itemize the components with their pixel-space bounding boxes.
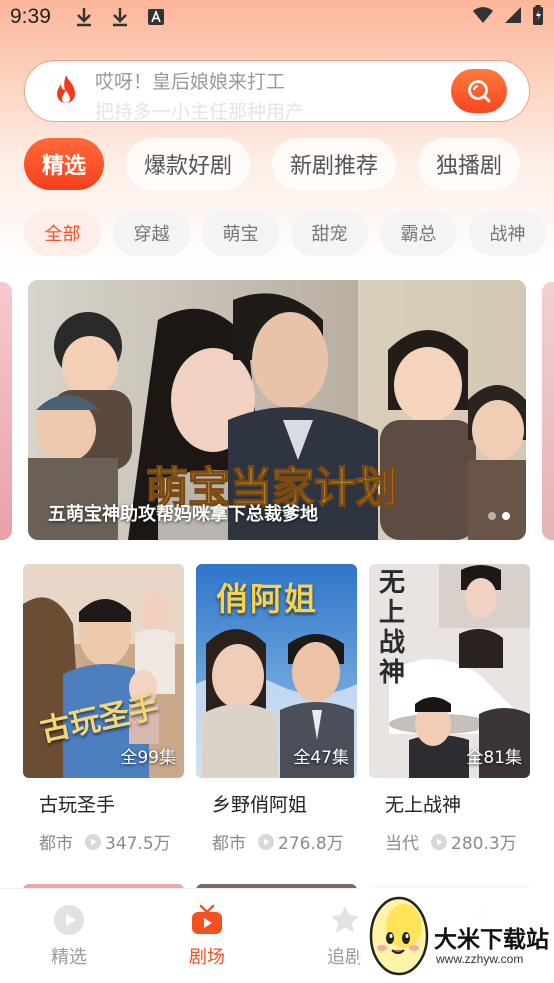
nav-label: 追剧 (327, 947, 363, 968)
drama-poster: 古玩圣手 全99集 (23, 564, 184, 778)
search-placeholder: 哎呀！皇后娘娘来打工 (95, 71, 286, 93)
watermark: 大米下载站 www.zzhyw.com (360, 884, 554, 983)
play-count-icon (85, 833, 101, 850)
banner-caption: 五萌宝神助攻帮妈咪拿下总裁爹地 (48, 504, 318, 525)
drama-info: 古玩圣手 都市 347.5万 (23, 778, 184, 870)
drama-title: 古玩圣手 (39, 794, 116, 816)
banner-carousel[interactable]: 萌宝当家计划 五萌宝神助攻帮妈咪拿下总裁爹地 (28, 280, 526, 540)
watermark-url: www.zzhyw.com (436, 952, 524, 966)
nav-featured[interactable]: 精选 (24, 903, 114, 969)
drama-genre: 都市 (39, 834, 73, 854)
play-count-icon (258, 833, 274, 850)
drama-title: 无上战神 (385, 794, 462, 816)
chip-ceo[interactable]: 霸总 (380, 210, 457, 256)
drama-card[interactable]: 无上战神 全81集 无上战神 当代 280.3万 (369, 564, 530, 870)
chip-all[interactable]: 全部 (24, 210, 101, 256)
search-placeholder-next: 把持多一小主任那种用产 (95, 101, 305, 121)
tv-icon (190, 903, 224, 937)
drama-meta: 都市 347.5万 (39, 829, 171, 854)
app-notification-icon (145, 6, 167, 28)
drama-genre: 当代 (385, 834, 419, 854)
nav-theater[interactable]: 剧场 (162, 903, 252, 969)
download-icon (73, 6, 95, 28)
chip-war-god[interactable]: 战神 (469, 210, 546, 256)
drama-poster: 无上战神 全81集 (369, 564, 530, 778)
tab-new[interactable]: 新剧推荐 (272, 138, 397, 190)
drama-info: 乡野俏阿姐 都市 276.8万 (196, 778, 357, 870)
search-input[interactable]: 哎呀！皇后娘娘来打工 把持多一小主任那种用产 (95, 61, 451, 121)
search-bar[interactable]: 哎呀！皇后娘娘来打工 把持多一小主任那种用产 (24, 60, 530, 122)
carousel-dots (488, 512, 510, 520)
carousel-dot (488, 512, 496, 520)
drama-meta: 都市 276.8万 (212, 829, 344, 854)
nav-label: 精选 (51, 947, 87, 968)
chip-cute-baby[interactable]: 萌宝 (202, 210, 279, 256)
play-count: 276.8万 (278, 834, 344, 854)
search-button[interactable] (451, 69, 507, 113)
drama-card[interactable]: 俏阿姐 全47集 乡野俏阿姐 都市 276.8万 (196, 564, 357, 870)
chip-time-travel[interactable]: 穿越 (113, 210, 190, 256)
status-bar: 9:39 (0, 0, 554, 34)
tab-featured[interactable]: 精选 (24, 138, 105, 190)
category-tabs: 精选 爆款好剧 新剧推荐 独播剧 (0, 138, 554, 192)
drama-poster-text: 无上战神 (379, 568, 406, 688)
search-icon (468, 80, 491, 103)
download-icon (109, 6, 131, 28)
nav-label: 剧场 (189, 947, 225, 968)
tab-hits[interactable]: 爆款好剧 (126, 138, 251, 190)
battery-icon (532, 4, 544, 30)
play-count: 280.3万 (451, 834, 517, 854)
signal-icon (504, 5, 522, 29)
drama-poster-text: 俏阿姐 (216, 580, 319, 618)
play-circle-icon (52, 903, 86, 937)
episode-count: 全99集 (120, 748, 176, 768)
flame-icon (57, 75, 75, 103)
banner-next-peek[interactable] (542, 282, 554, 540)
genre-filter: 全部 穿越 萌宝 甜宠 霸总 战神 (0, 210, 554, 258)
wifi-icon (472, 5, 494, 29)
egg-mascot-logo (369, 896, 429, 976)
tab-exclusive[interactable]: 独播剧 (418, 138, 521, 190)
episode-count: 全47集 (293, 748, 349, 768)
banner-prev-peek[interactable] (0, 282, 12, 540)
drama-title: 乡野俏阿姐 (212, 794, 308, 816)
episode-count: 全81集 (466, 748, 522, 768)
status-time: 9:39 (10, 5, 51, 28)
drama-poster: 俏阿姐 全47集 (196, 564, 357, 778)
drama-genre: 都市 (212, 834, 246, 854)
drama-meta: 当代 280.3万 (385, 829, 517, 854)
watermark-title: 大米下载站 (434, 927, 549, 953)
carousel-dot-active (502, 512, 510, 520)
play-count-icon (431, 833, 447, 850)
chip-sweet-romance[interactable]: 甜宠 (291, 210, 368, 256)
play-count: 347.5万 (105, 834, 171, 854)
drama-info: 无上战神 当代 280.3万 (369, 778, 530, 870)
drama-card[interactable]: 古玩圣手 全99集 古玩圣手 都市 347.5万 (23, 564, 184, 870)
star-icon (328, 903, 362, 937)
